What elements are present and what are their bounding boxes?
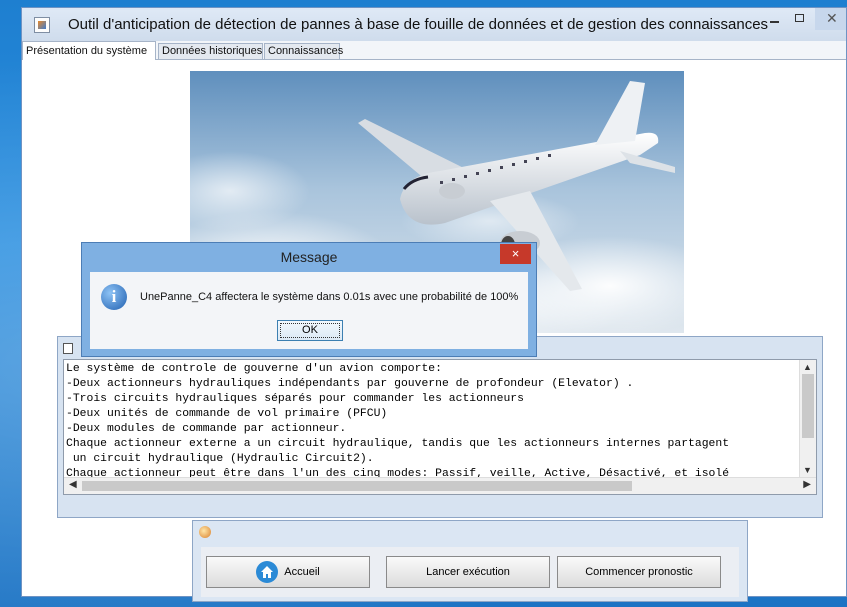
scroll-up-arrow-icon[interactable]: ▲ bbox=[803, 362, 812, 372]
tab-knowledge[interactable]: Connaissances bbox=[264, 43, 343, 59]
prognosis-button-label: Commencer pronostic bbox=[585, 566, 693, 578]
description-line: Le système de controle de gouverne d'un … bbox=[66, 363, 442, 375]
maximize-button[interactable] bbox=[789, 8, 811, 30]
run-button[interactable]: Lancer exécution bbox=[386, 556, 550, 588]
info-icon: i bbox=[101, 284, 127, 310]
description-line: un circuit hydraulique (Hydraulic Circui… bbox=[66, 453, 374, 465]
scroll-down-arrow-icon[interactable]: ▼ bbox=[803, 465, 812, 475]
description-textarea[interactable]: Le système de controle de gouverne d'un … bbox=[63, 359, 817, 495]
vertical-scrollbar[interactable]: ▲ ▼ bbox=[799, 360, 816, 477]
scroll-right-arrow-icon[interactable]: ▶ bbox=[803, 479, 811, 490]
java-app-icon bbox=[34, 17, 50, 33]
tab-historical-data[interactable]: Données historiques bbox=[158, 43, 263, 59]
description-line: -Deux actionneurs hydrauliques indépenda… bbox=[66, 378, 634, 390]
description-line: Chaque actionneur externe a un circuit h… bbox=[66, 438, 730, 450]
document-icon bbox=[63, 343, 73, 354]
dialog-close-button[interactable]: × bbox=[500, 244, 531, 264]
dialog-message: UnePanne_C4 affectera le système dans 0.… bbox=[140, 291, 519, 303]
horizontal-scroll-thumb[interactable] bbox=[82, 481, 632, 491]
dialog-title: Message bbox=[280, 249, 338, 265]
description-line: -Deux modules de commande par actionneur… bbox=[66, 423, 347, 435]
navigation-panel: Accueil Lancer exécution Commencer prono… bbox=[201, 547, 739, 597]
run-button-label: Lancer exécution bbox=[426, 566, 510, 578]
description-frame: Le système de controle de gouverne d'un … bbox=[57, 336, 823, 518]
window-title: Outil d'anticipation de détection de pan… bbox=[68, 16, 769, 33]
title-bar[interactable]: Outil d'anticipation de détection de pan… bbox=[22, 8, 846, 41]
tab-presentation[interactable]: Présentation du système bbox=[22, 41, 156, 60]
dialog-body: i UnePanne_C4 affectera le système dans … bbox=[90, 272, 528, 349]
home-button-label: Accueil bbox=[284, 566, 320, 578]
navigation-frame: Accueil Lancer exécution Commencer prono… bbox=[192, 520, 748, 602]
java-coffee-icon bbox=[199, 526, 211, 538]
description-line: -Trois circuits hydrauliques séparés pou… bbox=[66, 393, 524, 405]
home-icon bbox=[256, 561, 279, 583]
ok-button[interactable]: OK bbox=[277, 320, 343, 341]
horizontal-scrollbar[interactable]: ◀ ▶ bbox=[64, 477, 816, 494]
window-close-button[interactable]: ✕ bbox=[815, 8, 846, 30]
home-button[interactable]: Accueil bbox=[206, 556, 370, 588]
message-dialog: Message × i UnePanne_C4 affectera le sys… bbox=[81, 242, 537, 357]
vertical-scroll-thumb[interactable] bbox=[802, 374, 814, 438]
tab-bar: Présentation du système Données historiq… bbox=[22, 41, 846, 60]
start-prognosis-button[interactable]: Commencer pronostic bbox=[557, 556, 721, 588]
scroll-left-arrow-icon[interactable]: ◀ bbox=[69, 479, 77, 490]
minimize-button[interactable] bbox=[764, 8, 786, 30]
description-line: -Deux unités de commande de vol primaire… bbox=[66, 408, 388, 420]
